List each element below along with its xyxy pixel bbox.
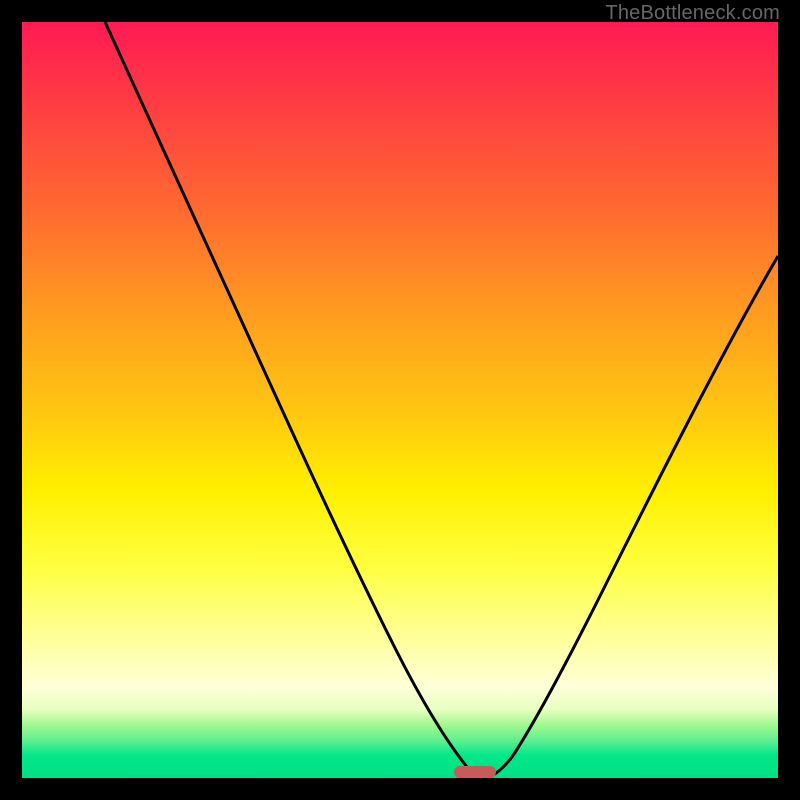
curve-path	[105, 22, 778, 777]
plot-area	[22, 22, 778, 778]
chart-frame: TheBottleneck.com	[0, 0, 800, 800]
bottleneck-curve	[22, 22, 778, 778]
optimal-marker	[454, 766, 496, 778]
